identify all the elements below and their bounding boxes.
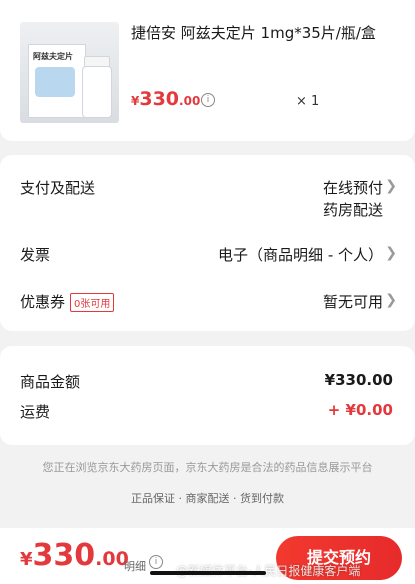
coupon-value[interactable]: 暂无可用 [323, 291, 383, 312]
delivery-card: 支付及配送 在线预付 药房配送 ❯ 发票 电子（商品明细 - 个人） ❯ 优惠券… [0, 155, 415, 331]
amount-card: 商品金额 ¥330.00 运费 + ¥0.00 [0, 346, 415, 445]
box-label: 阿兹夫定片 [33, 52, 73, 61]
price-decimal: .00 [179, 94, 201, 108]
product-price: ¥330.00 [131, 88, 200, 110]
home-indicator [150, 571, 266, 575]
product-card: 阿兹夫定片 捷倍安 阿兹夫定片 1mg*35片/瓶/盒 ¥330.00 i × … [0, 0, 415, 141]
detail-info-icon[interactable]: i [149, 555, 163, 569]
service-guarantee: 正品保证 · 商家配送 · 货到付款 [131, 492, 284, 505]
payment-chevron-right-icon[interactable]: ❯ [385, 178, 397, 194]
total-price: ¥330.00 [20, 538, 129, 573]
bottle-illustration [82, 66, 112, 118]
coupon-count-badge: 0张可用 [70, 293, 115, 312]
freight-label: 运费 [20, 403, 51, 421]
goods-amount-label: 商品金额 [20, 373, 81, 391]
coupon-label: 优惠券 [20, 293, 66, 311]
total-symbol: ¥ [20, 549, 33, 570]
freight-value: + ¥0.00 [327, 401, 393, 419]
product-image[interactable]: 阿兹夫定片 [20, 22, 119, 123]
payment-method-value[interactable]: 在线预付 [323, 177, 383, 198]
product-quantity: × 1 [296, 94, 320, 109]
delivery-method-value[interactable]: 药房配送 [323, 199, 383, 220]
price-integer: 330 [139, 88, 180, 110]
invoice-chevron-right-icon[interactable]: ❯ [385, 245, 397, 261]
invoice-value[interactable]: 电子（商品明细 - 个人） [218, 244, 383, 265]
price-info-icon[interactable]: i [201, 93, 215, 107]
goods-amount-value: ¥330.00 [324, 371, 393, 389]
total-integer: 330 [32, 538, 96, 573]
product-box-illustration: 阿兹夫定片 [28, 44, 86, 118]
coupon-chevron-right-icon[interactable]: ❯ [385, 292, 397, 308]
payment-delivery-label: 支付及配送 [20, 179, 96, 197]
detail-link[interactable]: 明细 [124, 558, 146, 574]
checkout-bar: ¥330.00 明细 i 提交预约 @新媒体平台-人民日报健康客户端 [0, 528, 415, 584]
invoice-label: 发票 [20, 246, 51, 264]
box-graphic [35, 67, 75, 97]
product-name: 捷倍安 阿兹夫定片 1mg*35片/瓶/盒 [131, 24, 376, 42]
pharmacy-notice: 您正在浏览京东大药房页面，京东大药房是合法的药品信息展示平台 [42, 461, 373, 474]
